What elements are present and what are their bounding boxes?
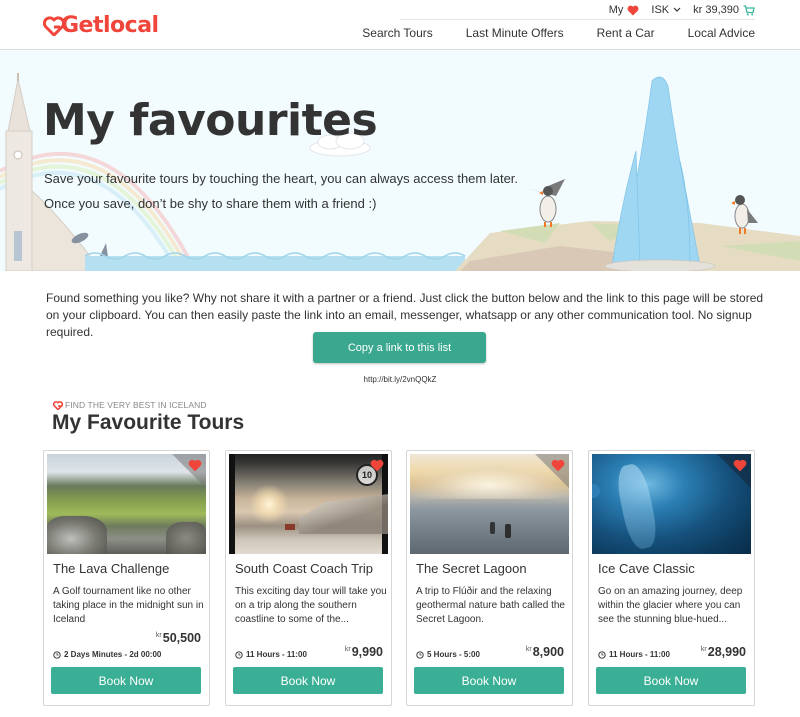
heart-logo-icon xyxy=(53,400,63,410)
duration-text: 11 Hours - 11:00 xyxy=(609,650,670,659)
duration-text: 5 Hours - 5:00 xyxy=(427,650,480,659)
main-nav: Search Tours Last Minute Offers Rent a C… xyxy=(329,26,755,40)
cart-link[interactable]: kr 39,390 xyxy=(693,4,755,16)
hero-subtitle: Save your favourite tours by touching th… xyxy=(44,171,519,186)
tour-image[interactable] xyxy=(592,454,751,554)
clock-icon xyxy=(598,650,606,659)
tour-name[interactable]: South Coast Coach Trip xyxy=(235,561,373,576)
tour-duration: 11 Hours - 11:00 xyxy=(235,650,307,659)
currency-label: ISK xyxy=(651,4,670,16)
nav-last-minute-offers[interactable]: Last Minute Offers xyxy=(466,26,564,40)
clock-icon xyxy=(235,650,243,659)
my-favourites-link[interactable]: My xyxy=(609,4,640,16)
price-value: 9,990 xyxy=(351,645,383,659)
section-eyebrow: FIND THE VERY BEST IN ICELAND xyxy=(53,400,207,410)
copy-link-button[interactable]: Copy a link to this list xyxy=(313,332,486,363)
tour-image[interactable] xyxy=(47,454,206,554)
tour-price: kr9,990 xyxy=(345,645,383,659)
clock-icon xyxy=(416,650,424,659)
tour-price: kr50,500 xyxy=(156,631,201,645)
hero-subtitle-2: Once you save, don’t be shy to share the… xyxy=(44,196,377,211)
heart-icon[interactable] xyxy=(551,459,565,472)
book-now-button[interactable]: Book Now xyxy=(51,667,201,694)
tour-image[interactable]: 10 xyxy=(229,454,388,554)
price-value: 28,990 xyxy=(707,645,746,659)
tour-description: A trip to Flúðir and the relaxing geothe… xyxy=(416,586,565,625)
tour-card[interactable]: 10 South Coast Coach Trip This exciting … xyxy=(225,450,392,706)
water-illustration xyxy=(84,252,466,271)
tour-description: This exciting day tour will take you on … xyxy=(235,586,387,625)
heart-icon[interactable] xyxy=(733,459,747,472)
logo[interactable]: Getlocal xyxy=(43,13,159,38)
tour-price: kr8,900 xyxy=(526,645,564,659)
cart-total: kr 39,390 xyxy=(693,4,739,16)
cart-icon xyxy=(743,4,755,15)
currency-label: kr xyxy=(155,632,162,639)
book-now-button[interactable]: Book Now xyxy=(414,667,564,694)
tour-description: Go on an amazing journey, deep within th… xyxy=(598,586,743,625)
section-title: My Favourite Tours xyxy=(52,411,245,434)
tour-card[interactable]: The Secret Lagoon A trip to Flúðir and t… xyxy=(406,450,573,706)
top-utility-bar: My ISK kr 39,390 xyxy=(597,2,755,18)
duration-text: 2 Days Minutes - 2d 00:00 xyxy=(64,650,162,659)
eyebrow-text: FIND THE VERY BEST IN ICELAND xyxy=(65,400,207,410)
nav-search-tours[interactable]: Search Tours xyxy=(362,26,432,40)
tour-name[interactable]: The Secret Lagoon xyxy=(416,561,527,576)
book-now-button[interactable]: Book Now xyxy=(596,667,746,694)
tour-duration: 2 Days Minutes - 2d 00:00 xyxy=(53,650,161,659)
tour-price: kr28,990 xyxy=(701,645,746,659)
currency-label: kr xyxy=(525,646,532,653)
nav-rent-a-car[interactable]: Rent a Car xyxy=(597,26,655,40)
tour-description: A Golf tournament like no other taking p… xyxy=(53,586,204,625)
nav-local-advice[interactable]: Local Advice xyxy=(688,26,755,40)
heart-icon[interactable] xyxy=(370,459,384,472)
site-header: Getlocal My ISK kr 39,390 Search Tours L… xyxy=(0,0,800,50)
price-value: 50,500 xyxy=(162,631,201,645)
price-value: 8,900 xyxy=(532,645,564,659)
tour-card[interactable]: The Lava Challenge A Golf tournament lik… xyxy=(43,450,210,706)
clock-icon xyxy=(53,650,61,659)
currency-label: kr xyxy=(344,646,351,653)
tour-duration: 5 Hours - 5:00 xyxy=(416,650,480,659)
tour-duration: 11 Hours - 11:00 xyxy=(598,650,670,659)
chevron-down-icon xyxy=(673,7,681,12)
header-divider xyxy=(400,19,755,20)
tour-card[interactable]: Ice Cave Classic Go on an amazing journe… xyxy=(588,450,755,706)
heart-icon[interactable] xyxy=(188,459,202,472)
book-now-button[interactable]: Book Now xyxy=(233,667,383,694)
currency-selector[interactable]: ISK xyxy=(651,4,681,16)
currency-label: kr xyxy=(700,646,707,653)
short-link[interactable]: http://bit.ly/2vnQQkZ xyxy=(0,375,800,384)
hero-illustration xyxy=(0,73,800,271)
tour-name[interactable]: The Lava Challenge xyxy=(53,561,169,576)
my-label: My xyxy=(608,4,624,16)
duration-text: 11 Hours - 11:00 xyxy=(246,650,307,659)
tour-name[interactable]: Ice Cave Classic xyxy=(598,561,695,576)
hero-banner: My favourites Save your favourite tours … xyxy=(0,51,800,271)
tour-image[interactable] xyxy=(410,454,569,554)
logo-text: Getlocal xyxy=(61,13,159,38)
page-title: My favourites xyxy=(43,95,378,146)
heart-icon xyxy=(627,5,639,15)
